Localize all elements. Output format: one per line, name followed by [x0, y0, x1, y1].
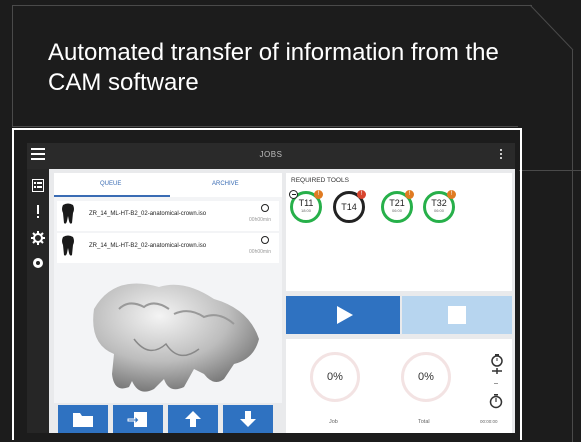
job-progress-value: 0% — [327, 371, 343, 383]
tool-time: 18:00 — [300, 208, 311, 213]
tool-id: T11 — [298, 198, 314, 208]
tool-t11[interactable]: T11 18:00 ! — [289, 190, 323, 223]
stopwatch-icon — [489, 394, 503, 409]
queue-item[interactable]: ZR_14_ML-HT-B2_02-anatomical-crown.iso 0… — [57, 201, 279, 231]
total-progress-gauge: 0% — [401, 352, 451, 402]
tool-t32[interactable]: T32 06:00 ! — [423, 190, 456, 223]
move-down-button[interactable] — [223, 405, 273, 433]
tool-t21[interactable]: T21 06:00 ! — [381, 190, 414, 223]
play-button[interactable] — [286, 296, 400, 334]
job-progress-label: Job — [329, 419, 338, 425]
background-diagonal — [530, 4, 574, 51]
exclamation-icon[interactable] — [31, 205, 45, 219]
move-up-button[interactable] — [168, 405, 218, 433]
background-line-right — [572, 50, 573, 442]
app-top-bar: JOBS — [27, 143, 515, 169]
stop-icon — [448, 306, 466, 324]
total-progress-value: 0% — [418, 371, 434, 383]
background-line-left — [12, 5, 13, 127]
tooth-icon — [62, 235, 74, 256]
folder-icon — [73, 413, 93, 427]
queue-item-name: ZR_14_ML-HT-B2_02-anatomical-crown.iso — [89, 211, 207, 217]
crown-3d-preview — [93, 283, 259, 392]
timer-icon — [491, 354, 503, 374]
tool-id: T21 — [389, 198, 405, 208]
timer-divider — [494, 383, 498, 384]
tooth-icon — [62, 203, 74, 224]
background-line-mid — [519, 170, 581, 171]
arrow-up-icon — [185, 411, 201, 427]
more-vert-icon[interactable] — [500, 149, 503, 161]
queue-item-status-icon[interactable] — [261, 236, 269, 244]
tab-archive[interactable]: ARCHIVE — [212, 181, 239, 187]
queue-item-time: 00h00min — [249, 217, 271, 223]
disc-icon[interactable] — [31, 257, 45, 271]
active-tab-indicator — [54, 195, 170, 197]
queue-panel: QUEUE ARCHIVE ZR_14_ML-HT-B2_02-anatomic… — [54, 173, 282, 403]
tab-queue[interactable]: QUEUE — [100, 181, 121, 187]
total-progress-label: Total — [418, 419, 430, 425]
tool-id: T14 — [341, 202, 357, 212]
required-tools-title: REQUIRED TOOLS — [291, 177, 349, 184]
sidebar — [27, 169, 49, 433]
elapsed-time: 00:00:00 — [480, 419, 498, 424]
warning-badge-icon: ! — [405, 190, 414, 199]
open-folder-button[interactable] — [58, 405, 108, 433]
background-line-under-headline — [12, 126, 518, 127]
queue-item-time: 00h00min — [249, 249, 271, 255]
job-progress-gauge: 0% — [310, 352, 360, 402]
tool-id: T32 — [431, 198, 447, 208]
background-line-top — [12, 5, 532, 6]
import-button[interactable] — [113, 405, 163, 433]
headline: Automated transfer of information from t… — [48, 39, 499, 96]
tool-time: 06:00 — [433, 208, 444, 213]
app-screen: JOBS QUEUE ARCHIVE ZR_14_ML-HT-B2_02-ana… — [27, 143, 515, 433]
tool-time: 06:00 — [391, 208, 402, 213]
import-icon — [127, 412, 147, 427]
tool-t14[interactable]: T14 ! — [333, 190, 366, 223]
queue-item[interactable]: ZR_14_ML-HT-B2_02-anatomical-crown.iso 0… — [57, 233, 279, 263]
jobs-list-icon[interactable] — [31, 179, 45, 193]
queue-item-status-icon[interactable] — [261, 204, 269, 212]
warning-badge-icon: ! — [314, 190, 323, 199]
app-title: JOBS — [259, 150, 283, 159]
arrow-down-icon — [240, 411, 256, 427]
play-icon — [337, 306, 353, 324]
settings-icon[interactable] — [31, 231, 45, 245]
remove-tool-icon[interactable] — [289, 190, 298, 199]
stop-button[interactable] — [402, 296, 512, 334]
queue-item-name: ZR_14_ML-HT-B2_02-anatomical-crown.iso — [89, 243, 207, 249]
warning-badge-icon: ! — [447, 190, 456, 199]
tab-bar: QUEUE ARCHIVE — [54, 173, 282, 197]
warning-badge-icon: ! — [357, 190, 366, 199]
